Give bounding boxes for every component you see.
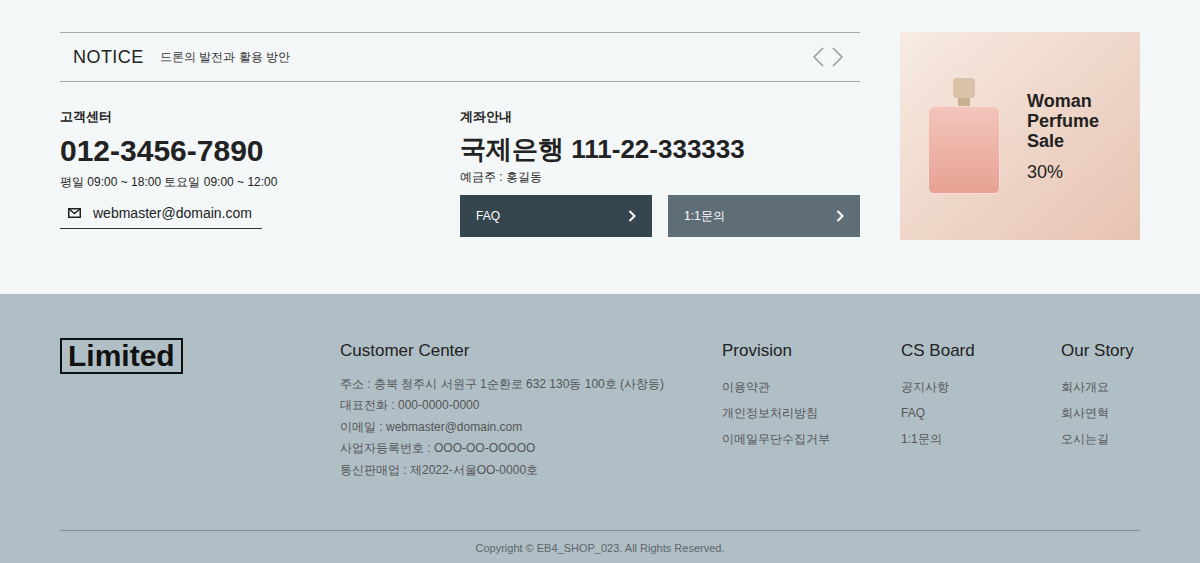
envelope-icon [68, 208, 81, 218]
site-footer: Limited Customer Center 주소 : 충북 청주시 서원구 1순… [0, 294, 1200, 563]
perfume-bottle-icon [900, 32, 1027, 240]
link-button[interactable]: 1:1문의 [668, 195, 860, 237]
footer-link[interactable]: 공지사항 [901, 374, 1061, 400]
footer-column-title: Customer Center [340, 338, 722, 364]
footer-link[interactable]: 회사개요 [1061, 374, 1140, 400]
footer-link: 통신판매업 : 제2022-서울OO-0000호 [340, 460, 722, 482]
copyright: Copyright © EB4_SHOP_023. All Rights Res… [60, 530, 1140, 557]
footer-link: 사업자등록번호 : OOO-OO-OOOOO [340, 438, 722, 460]
logo[interactable]: Limited [60, 338, 183, 374]
perfume-banner[interactable]: WomanPerfumeSale 30% [900, 32, 1140, 240]
footer-link[interactable]: 1:1문의 [901, 426, 1061, 452]
chevron-right-icon [836, 210, 844, 222]
banner-discount: 30% [1027, 162, 1099, 182]
footer-column: Our Story 회사개요회사연혁오시는길 [1061, 338, 1140, 530]
cc-hours: 평일 09:00 ~ 18:00 토요일 09:00 ~ 12:00 [60, 173, 460, 191]
footer-link[interactable]: 이용약관 [722, 374, 901, 400]
footer-link: 대표전화 : 000-0000-0000 [340, 395, 722, 417]
footer-link: 이메일 : webmaster@domain.com [340, 417, 722, 439]
info-section: NOTICE드론의 발전과 활용 방안고객센터 012-3456-7890 평일 0… [0, 0, 1200, 294]
banner-line: Perfume [1027, 111, 1099, 131]
customer-center: 고객센터 012-3456-7890 평일 09:00 ~ 18:00 토요일 09… [60, 107, 460, 237]
notice-bar: NOTICE드론의 발전과 활용 방안 [60, 32, 860, 82]
footer-link[interactable]: 개인정보처리방침 [722, 400, 901, 426]
account-title: 계좌안내 [460, 107, 860, 127]
account-info: 계좌안내국제은행 111-22-333333 예금주 : 홍길동 FAQ 1:1문의 [460, 107, 860, 237]
footer-column-title: Our Story [1061, 338, 1140, 364]
footer-column: Customer Center 주소 : 충북 청주시 서원구 1순환로 632 … [340, 338, 722, 530]
footer-link[interactable]: 회사연혁 [1061, 400, 1140, 426]
cc-title: 고객센터 [60, 107, 460, 127]
link-button[interactable]: FAQ [460, 195, 652, 237]
cc-email[interactable]: webmaster@domain.com [60, 203, 262, 229]
cc-phone: 012-3456-7890 [60, 133, 460, 169]
next-arrow-icon[interactable] [832, 47, 843, 67]
prev-arrow-icon[interactable] [813, 47, 824, 67]
footer-link: 주소 : 충북 청주시 서원구 1순환로 632 130동 100호 (사창동) [340, 374, 722, 396]
footer-link[interactable]: 오시는길 [1061, 426, 1140, 452]
chevron-right-icon [628, 210, 636, 222]
footer-link[interactable]: 이메일무단수집거부 [722, 426, 901, 452]
banner-line: Sale [1027, 131, 1099, 151]
notice-title[interactable]: 드론의 발전과 활용 방안 [160, 48, 290, 66]
notice-label: NOTICE [73, 44, 160, 71]
footer-column-title: CS Board [901, 338, 1061, 364]
footer-column: Provision 이용약관개인정보처리방침이메일무단수집거부 [722, 338, 901, 530]
footer-column-title: Provision [722, 338, 901, 364]
footer-link[interactable]: FAQ [901, 400, 1061, 426]
banner-line: Woman [1027, 91, 1099, 111]
account-holder: 예금주 : 홍길동 [460, 168, 860, 186]
account-bank: 국제은행 111-22-333333 [460, 133, 860, 166]
footer-column: CS Board 공지사항FAQ1:1문의 [901, 338, 1061, 530]
